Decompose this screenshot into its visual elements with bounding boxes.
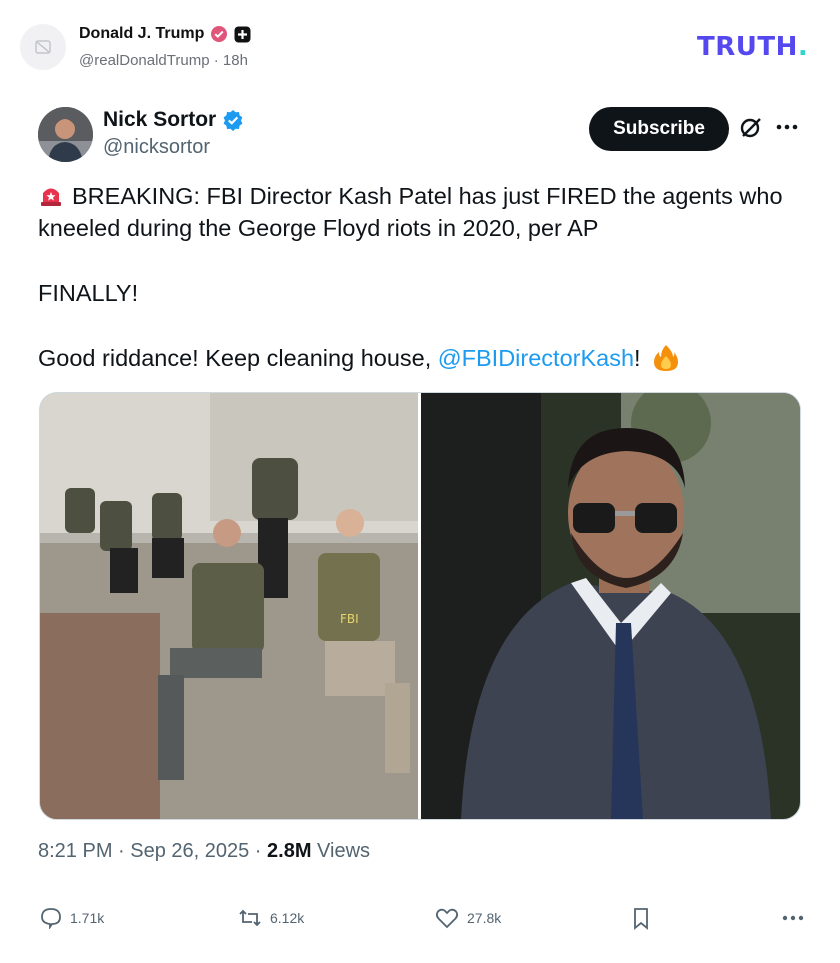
tweet-author-avatar[interactable] (38, 107, 93, 162)
like-count: 27.8k (467, 910, 502, 926)
retweet-action[interactable]: 6.12k (238, 907, 304, 929)
post-time[interactable]: 18h (223, 52, 248, 69)
separator-dot: · (213, 52, 223, 69)
verified-badge-icon (223, 110, 243, 131)
truth-logo-text: TRUTH (697, 32, 798, 62)
retweet-count: 6.12k (270, 910, 305, 926)
tweet-text-line-3: Good riddance! Keep cleaning house, @FBI… (38, 342, 808, 374)
truth-logo[interactable]: TRUTH. (697, 32, 808, 62)
broken-image-icon (35, 40, 51, 54)
subscribe-button[interactable]: Subscribe (589, 107, 729, 151)
poster-handle[interactable]: @realDonaldTrump (79, 52, 210, 69)
fire-icon (654, 345, 679, 371)
plus-badge-icon (234, 26, 251, 42)
poster-name[interactable]: Donald J. Trump (79, 25, 204, 43)
tweet-author-name-row: Nick Sortor (103, 108, 244, 132)
more-icon (782, 915, 804, 921)
avatar-placeholder[interactable] (20, 24, 66, 70)
heart-icon (435, 908, 459, 929)
reply-icon (41, 908, 61, 929)
poster-name-row: Donald J. Trump (79, 25, 251, 43)
tweet-text-3-prefix: Good riddance! Keep cleaning house, (38, 345, 438, 371)
truth-logo-dot: . (797, 32, 809, 62)
share-more-action[interactable] (780, 907, 806, 929)
tweet-text-2: FINALLY! (38, 280, 139, 306)
retweet-icon (239, 909, 261, 927)
views-count: 2.8M (267, 840, 312, 862)
tweet-media[interactable]: FBI (39, 392, 801, 820)
siren-icon (41, 188, 61, 206)
tweet-text-3-suffix: ! (634, 345, 641, 371)
tweet-text-line-1: BREAKING: FBI Director Kash Patel has ju… (38, 180, 808, 244)
tweet-text-1: BREAKING: FBI Director Kash Patel has ju… (38, 183, 783, 241)
tweet-text: BREAKING: FBI Director Kash Patel has ju… (38, 180, 808, 374)
tweet-author-handle[interactable]: @nicksortor (103, 136, 210, 159)
avatar-image (38, 107, 93, 162)
grok-icon[interactable] (738, 115, 764, 141)
bookmark-action[interactable] (631, 907, 651, 931)
tweet-meta: 8:21 PM · Sep 26, 2025 · 2.8M Views (38, 840, 370, 863)
tweet-author-name[interactable]: Nick Sortor (103, 108, 216, 132)
bookmark-icon (634, 908, 648, 930)
like-action[interactable]: 27.8k (435, 907, 501, 929)
kash-patel-image[interactable] (421, 393, 800, 819)
tweet-timestamp[interactable]: 8:21 PM · Sep 26, 2025 · (38, 840, 267, 862)
reply-count: 1.71k (70, 910, 105, 926)
mention-link[interactable]: @FBIDirectorKash (438, 345, 634, 371)
verified-badge-icon (211, 26, 228, 42)
views-label: Views (311, 840, 371, 862)
agents-kneeling-image[interactable]: FBI (40, 393, 418, 819)
svg-text:FBI: FBI (340, 612, 359, 626)
more-icon[interactable] (774, 114, 800, 140)
poster-handle-row: @realDonaldTrump · 18h (79, 52, 248, 69)
reply-action[interactable]: 1.71k (40, 907, 104, 929)
